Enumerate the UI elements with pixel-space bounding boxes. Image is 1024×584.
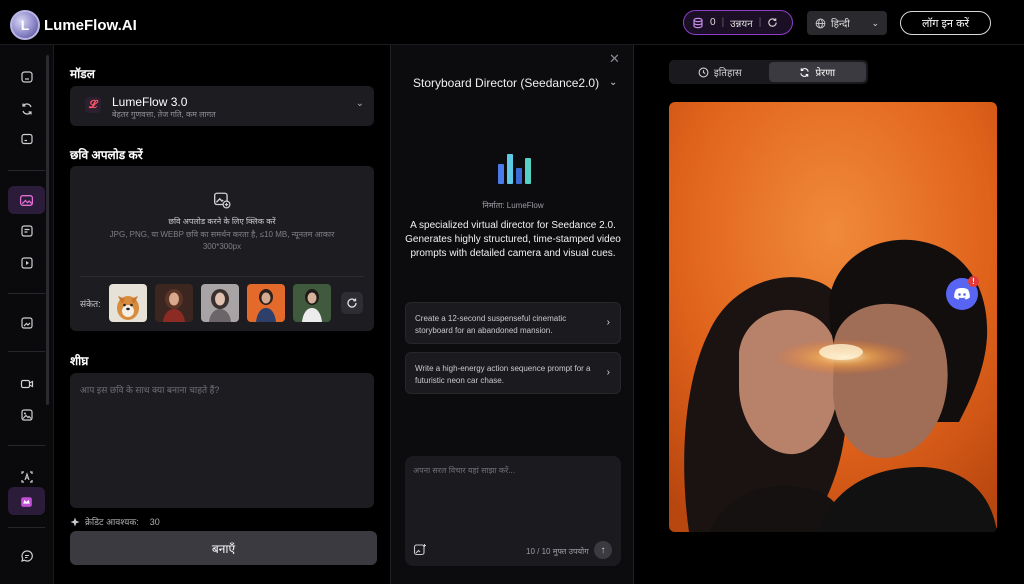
sample-thumb-woman-red[interactable] <box>155 284 193 322</box>
left-rail <box>0 45 54 584</box>
credit-requirement: क्रेडिट आवश्यक: 30 <box>70 515 160 528</box>
chevron-down-icon: ⌄ <box>871 17 879 28</box>
left-panel: मॉडल 𝓛 LumeFlow 3.0 बेहतर गुणवत्ता, तेज … <box>55 45 390 584</box>
home-icon[interactable] <box>8 63 45 91</box>
top-bar: L LumeFlow.AI 0 | उन्नयन | हिन्दी ⌄ लॉग … <box>0 0 1024 44</box>
sample-thumb-man-orange[interactable] <box>247 284 285 322</box>
tab-history-label: इतिहास <box>713 68 742 79</box>
chevron-right-icon: › <box>606 367 610 378</box>
pill-divider: | <box>721 17 725 28</box>
hint-label: संकेत: <box>80 299 101 309</box>
logo-icon: L <box>10 10 40 40</box>
sync-icon <box>800 67 810 77</box>
upgrade-label[interactable]: उन्नयन <box>730 16 753 30</box>
gallery-panel: इतिहास प्रेरणा <box>635 45 1024 584</box>
create-button[interactable]: बनाएँ <box>70 531 377 565</box>
rail-divider <box>8 445 45 446</box>
refresh-icon <box>347 298 357 308</box>
language-select[interactable]: हिन्दी ⌄ <box>807 11 887 35</box>
rail-divider <box>8 293 45 294</box>
model-logo-icon: 𝓛 <box>85 97 101 113</box>
suggestion-card[interactable]: Create a 12-second suspenseful cinematic… <box>405 302 621 344</box>
discord-icon <box>954 288 970 300</box>
sample-thumb-woman-dark[interactable] <box>201 284 239 322</box>
image-to-image-icon[interactable] <box>8 186 45 214</box>
chat-icon[interactable] <box>8 542 45 570</box>
folder-icon[interactable] <box>8 125 45 153</box>
model-description: बेहतर गुणवत्ता, तेज गति, कम लागत <box>112 110 216 119</box>
chevron-right-icon: › <box>606 317 610 328</box>
image-edit-icon[interactable] <box>8 309 45 337</box>
image-video-icon[interactable] <box>8 249 45 277</box>
login-button[interactable]: लॉग इन करें <box>900 11 991 35</box>
agent-input-placeholder: अपना सरल विचार यहां साझा करें... <box>413 466 515 475</box>
suggestion-card[interactable]: Write a high-energy action sequence prom… <box>405 352 621 394</box>
credits-count: 0 <box>710 17 716 28</box>
sample-thumb-man-white[interactable] <box>293 284 331 322</box>
upload-divider <box>80 276 364 277</box>
free-usage-count: 10 / 10 मुफ्त उपयोग <box>526 547 589 556</box>
agent-description: A specialized virtual director for Seeda… <box>405 220 621 259</box>
credits-upgrade-pill[interactable]: 0 | उन्नयन | <box>683 10 793 35</box>
model-section-title: मॉडल <box>70 67 95 81</box>
pill-divider: | <box>758 17 762 28</box>
suggestion-text: Write a high-energy action sequence prom… <box>415 364 591 385</box>
crown-icon[interactable] <box>8 487 45 515</box>
suggestion-text: Create a 12-second suspenseful cinematic… <box>415 314 567 335</box>
close-icon[interactable]: ✕ <box>609 51 620 67</box>
prompt-section-title: शीघ्र <box>70 354 89 368</box>
refresh-samples-button[interactable] <box>341 292 363 314</box>
tab-inspiration-label: प्रेरणा <box>815 68 836 79</box>
logo[interactable]: L LumeFlow.AI <box>10 10 137 40</box>
send-button[interactable]: ↑ <box>594 541 612 559</box>
model-select[interactable]: 𝓛 LumeFlow 3.0 बेहतर गुणवत्ता, तेज गति, … <box>70 86 374 126</box>
globe-icon <box>815 18 826 28</box>
refresh-icon[interactable] <box>767 17 778 28</box>
attach-image-icon[interactable] <box>413 543 427 557</box>
model-name: LumeFlow 3.0 <box>112 95 188 109</box>
gallery-icon[interactable] <box>8 401 45 429</box>
logo-text: LumeFlow.AI <box>44 16 137 34</box>
gallery-tabs: इतिहास प्रेरणा <box>669 60 868 84</box>
credit-label: क्रेडिट आवश्यक: <box>85 517 139 527</box>
video-icon[interactable] <box>8 370 45 398</box>
agent-title: Storyboard Director (Seedance2.0) <box>413 76 600 90</box>
chevron-down-icon[interactable]: ⌄ <box>609 77 617 88</box>
upload-requirements: JPG, PNG, या WEBP छवि का समर्थन करता है,… <box>109 230 335 251</box>
image-upload-icon <box>214 192 231 209</box>
tab-inspiration[interactable]: प्रेरणा <box>768 62 866 82</box>
rail-scrollbar[interactable] <box>46 55 49 405</box>
agent-logo-icon <box>496 152 532 184</box>
credit-value: 30 <box>149 516 160 527</box>
clock-icon <box>698 67 709 77</box>
text-image-icon[interactable] <box>8 217 45 245</box>
upload-click-text: छवि अपलोड करने के लिए क्लिक करें <box>168 217 276 226</box>
rail-divider <box>8 527 45 528</box>
prompt-placeholder: आप इस छवि के साथ क्या बनाना चाहते हैं? <box>80 385 220 395</box>
notification-badge: ! <box>968 276 979 287</box>
prompt-textarea[interactable]: आप इस छवि के साथ क्या बनाना चाहते हैं? <box>70 373 374 508</box>
swap-icon[interactable] <box>8 95 45 123</box>
agent-creator: निर्माता: LumeFlow <box>482 201 544 210</box>
language-label: हिन्दी <box>831 19 850 30</box>
coin-stack-icon <box>693 17 703 28</box>
rail-divider <box>8 351 45 352</box>
agent-input[interactable]: अपना सरल विचार यहां साझा करें... 10 / 10… <box>405 456 621 566</box>
sample-thumb-dog[interactable] <box>109 284 147 322</box>
upload-section-title: छवि अपलोड करें <box>70 148 143 162</box>
tab-history[interactable]: इतिहास <box>671 62 769 82</box>
upload-dropzone[interactable]: छवि अपलोड करने के लिए क्लिक करें JPG, PN… <box>70 166 374 331</box>
inspiration-image[interactable] <box>669 102 997 532</box>
rail-divider <box>8 170 45 171</box>
sparkle-icon <box>70 517 80 526</box>
chevron-down-icon: ⌄ <box>355 98 364 109</box>
agent-panel: ✕ Storyboard Director (Seedance2.0) ⌄ नि… <box>390 45 634 584</box>
